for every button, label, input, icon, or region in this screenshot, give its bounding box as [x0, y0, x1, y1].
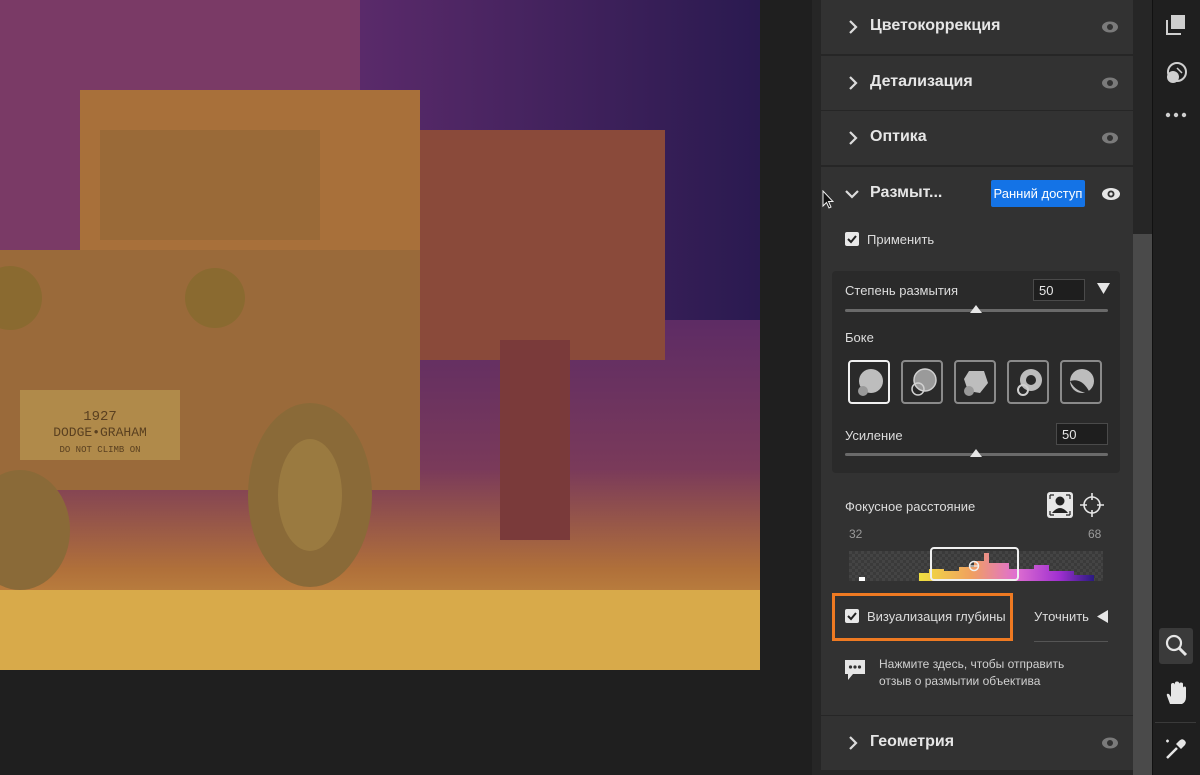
refine-divider [1034, 641, 1108, 642]
section-title: Геометрия [870, 733, 955, 750]
section-optics[interactable]: Оптика [821, 111, 1133, 165]
feedback-icon[interactable] [844, 659, 866, 683]
sampler-icon[interactable] [1163, 736, 1189, 762]
chevron-right-icon [849, 131, 858, 145]
more-icon[interactable] [1163, 102, 1189, 128]
boost-thumb[interactable] [970, 449, 982, 457]
section-detail[interactable]: Детализация [821, 56, 1133, 110]
bokeh-blade-button[interactable] [954, 360, 996, 404]
eye-icon[interactable] [1101, 734, 1119, 752]
person-icon [1049, 494, 1071, 516]
plate-year: 1927 [83, 409, 117, 425]
feedback-link[interactable]: Нажмите здесь, чтобы отправить отзыв о р… [879, 656, 1099, 690]
layers-icon[interactable] [1163, 12, 1189, 38]
early-access-badge: Ранний доступ [991, 180, 1085, 207]
section-title: Детализация [870, 73, 973, 90]
blur-amount-thumb[interactable] [970, 305, 982, 313]
refine-label[interactable]: Уточнить [1034, 609, 1089, 624]
panel-scrollbar-thumb[interactable] [1133, 234, 1152, 775]
truck-depth-map: 1927 DODGE•GRAHAM DO NOT CLIMB ON [0, 0, 760, 670]
chevron-down-icon[interactable] [844, 186, 860, 202]
checkmark-icon [847, 235, 857, 244]
blur-section-title[interactable]: Размыт... [870, 184, 942, 202]
zoom-icon[interactable] [1163, 632, 1189, 658]
presets-icon[interactable] [1163, 60, 1189, 86]
photo-preview[interactable]: 1927 DODGE•GRAHAM DO NOT CLIMB ON [0, 0, 760, 670]
crosshair-icon [1080, 493, 1104, 517]
section-title: Оптика [870, 128, 927, 145]
cursor-icon [822, 190, 834, 209]
eye-icon[interactable] [1101, 18, 1119, 36]
section-title: Цветокоррекция [870, 17, 1001, 34]
focal-min-label: 32 [849, 527, 863, 541]
bokeh-circle-icon [858, 369, 883, 396]
bokeh-cateye-icon [1070, 369, 1094, 393]
chevron-right-icon [849, 736, 858, 750]
eye-icon[interactable] [1101, 184, 1121, 204]
bokeh-bubble-icon [911, 368, 937, 396]
focal-range-handle-icon[interactable] [968, 560, 980, 572]
focus-target-button[interactable] [1079, 492, 1105, 518]
boost-input[interactable]: 50 [1056, 423, 1108, 445]
plate-warning: DO NOT CLIMB ON [59, 445, 140, 455]
toolbar-divider [1155, 722, 1196, 723]
hand-icon[interactable] [1163, 680, 1189, 706]
section-geometry[interactable]: Геометрия [821, 716, 1133, 770]
apply-checkbox[interactable] [845, 232, 859, 246]
chevron-right-icon [849, 20, 858, 34]
plate-brand: DODGE•GRAHAM [53, 425, 147, 440]
triangle-down-icon[interactable] [1097, 283, 1110, 294]
blur-amount-input[interactable]: 50 [1033, 279, 1085, 301]
bokeh-ring-icon [1017, 369, 1042, 396]
triangle-left-icon[interactable] [1097, 610, 1108, 623]
boost-label: Усиление [845, 428, 903, 443]
bokeh-blade-icon [964, 371, 988, 396]
apply-label[interactable]: Применить [867, 232, 934, 247]
bokeh-circle-button[interactable] [848, 360, 890, 404]
chevron-right-icon [849, 76, 858, 90]
eye-icon[interactable] [1101, 74, 1119, 92]
blur-amount-label: Степень размытия [845, 283, 959, 298]
bokeh-bubble-button[interactable] [901, 360, 943, 404]
section-color-correction[interactable]: Цветокоррекция [821, 0, 1133, 54]
bokeh-label: Боке [845, 330, 874, 345]
bokeh-cateye-button[interactable] [1060, 360, 1102, 404]
depth-viz-highlight [832, 593, 1013, 641]
subject-focus-button[interactable] [1047, 492, 1073, 518]
focal-max-label: 68 [1088, 527, 1102, 541]
bokeh-ring-button[interactable] [1007, 360, 1049, 404]
eye-icon[interactable] [1101, 129, 1119, 147]
focal-range-label: Фокусное расстояние [845, 499, 976, 514]
